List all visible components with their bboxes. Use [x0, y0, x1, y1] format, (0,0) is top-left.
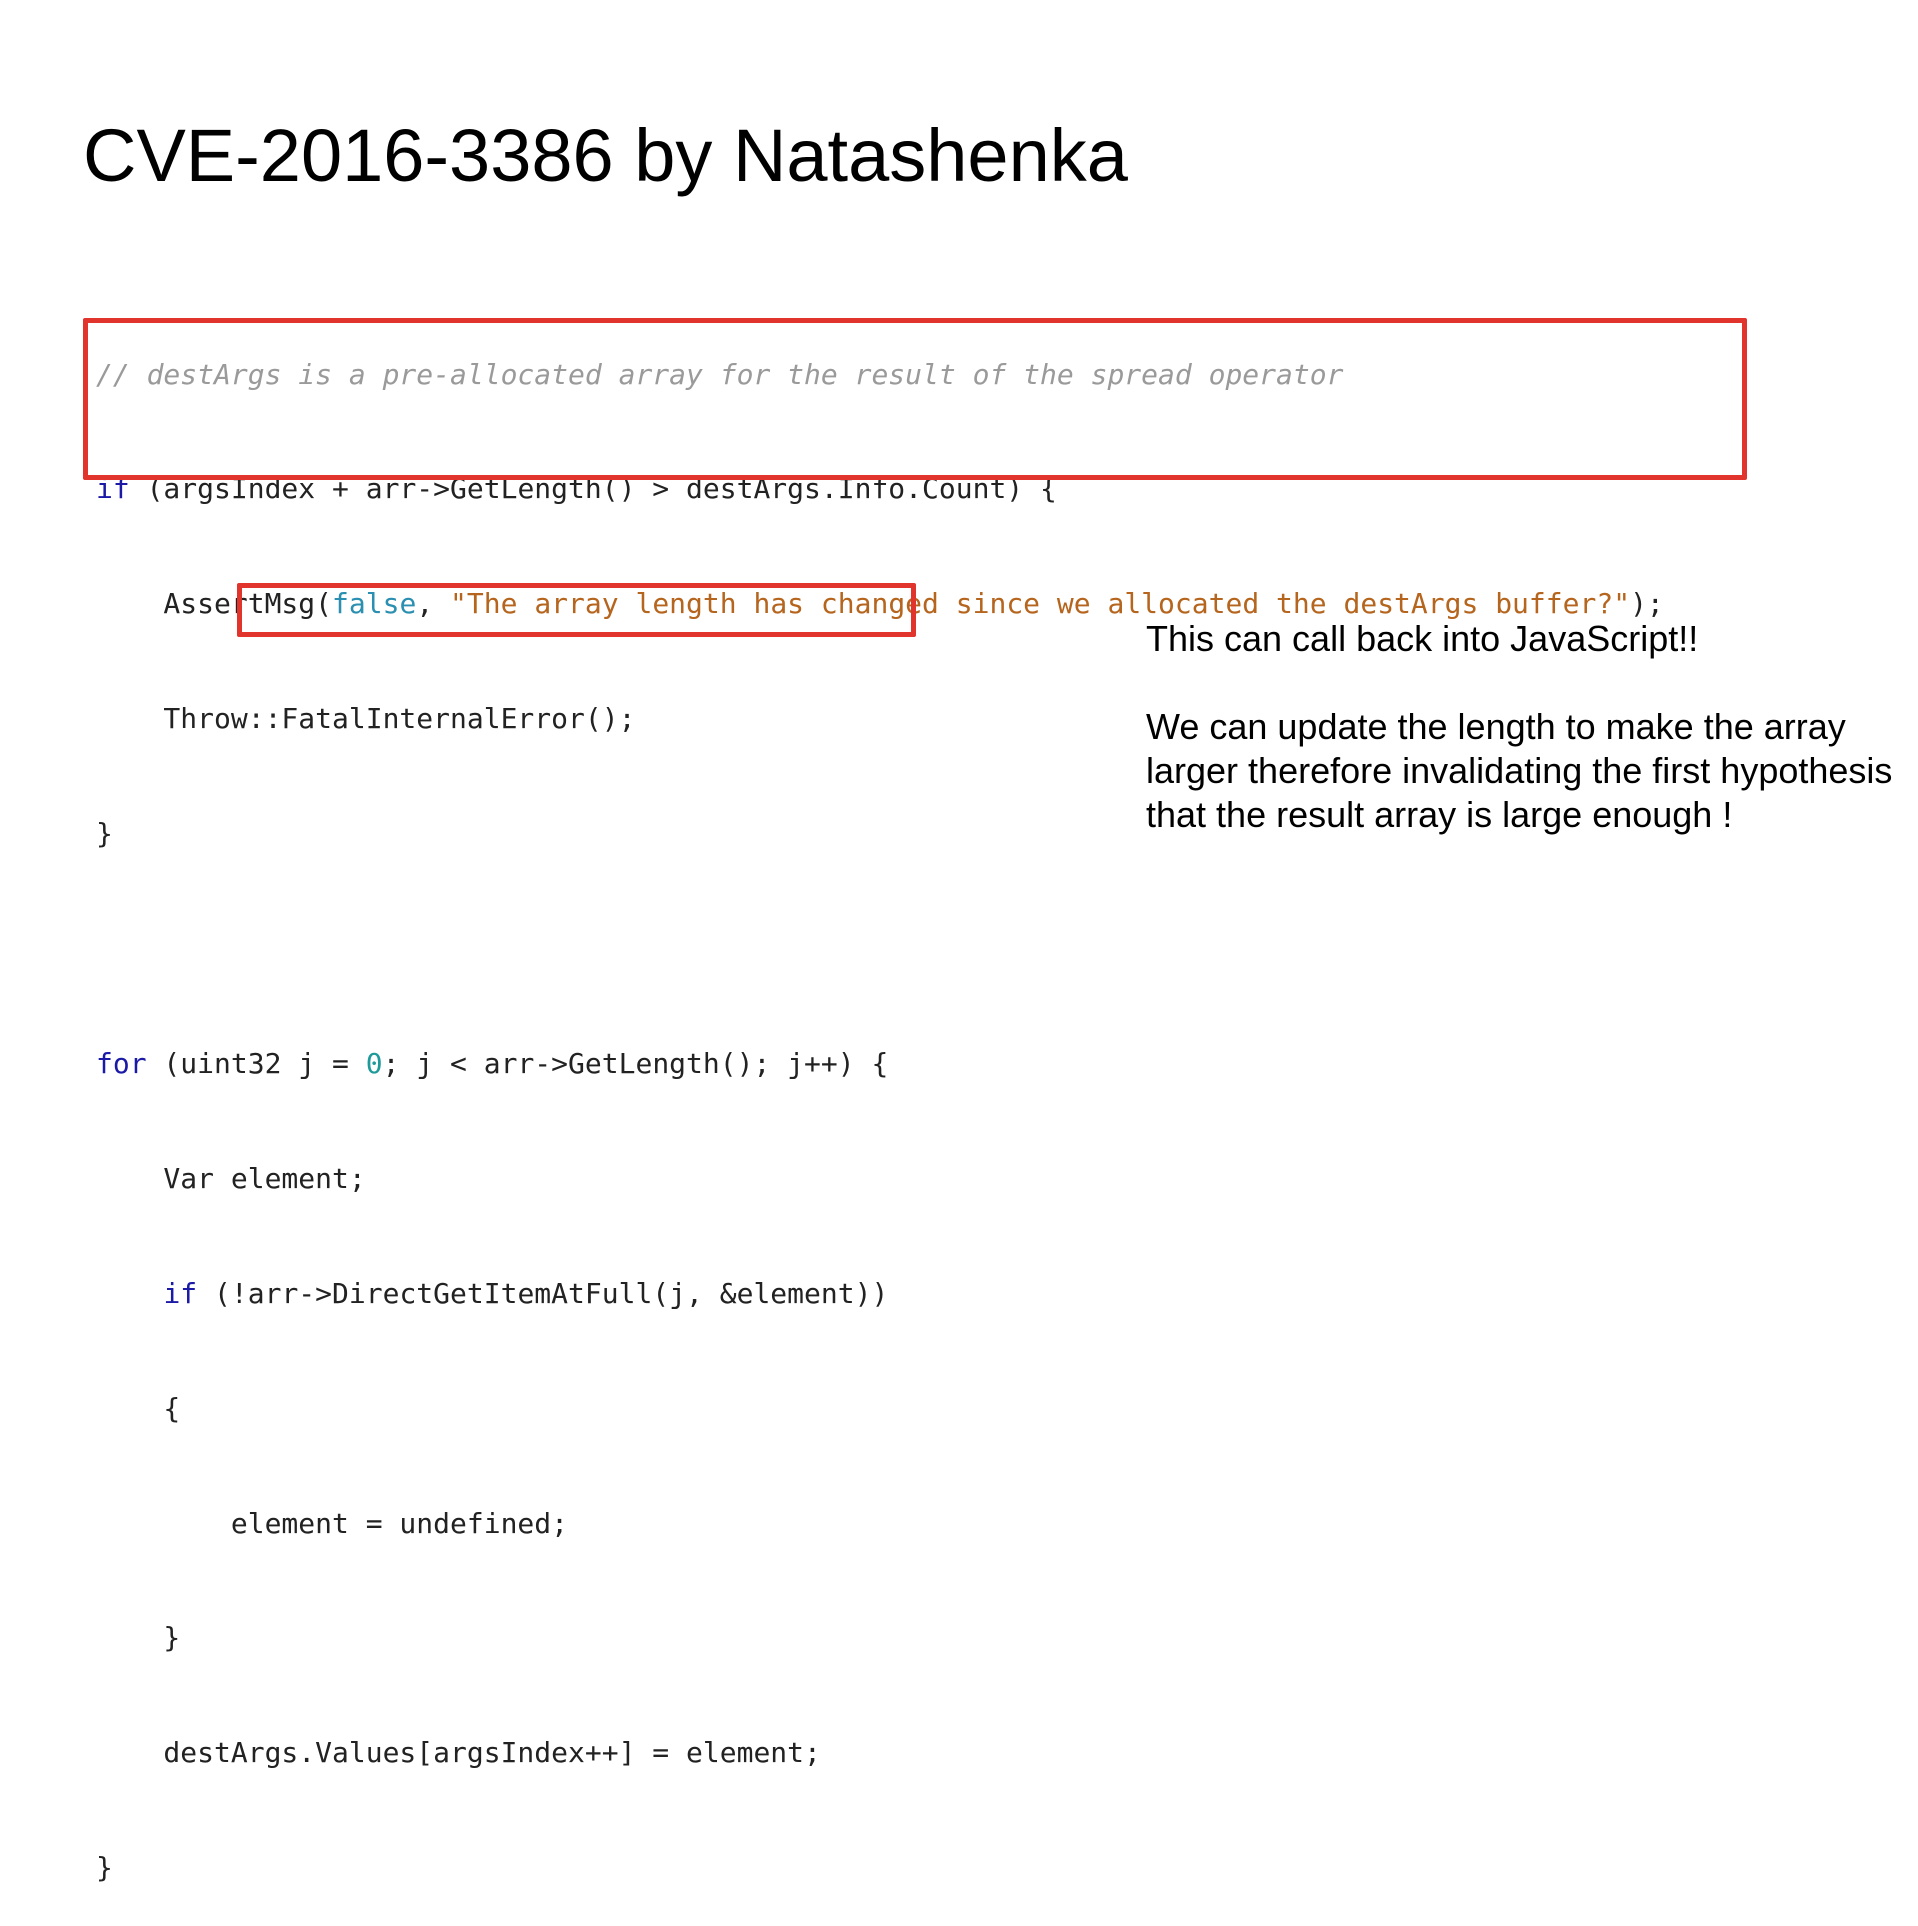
code-text: ; j < arr->GetLength(); j++) {: [382, 1046, 889, 1080]
number-literal: 0: [365, 1046, 383, 1080]
code-text: );: [1630, 587, 1664, 621]
code-for-line: for (uint32 j = 0; j < arr->GetLength();…: [96, 1045, 1664, 1083]
code-text: (!arr->DirectGetItemAtFull(j, &element)): [197, 1276, 889, 1310]
note-explanation: We can update the length to make the arr…: [1146, 706, 1893, 835]
code-dest-assign: destArgs.Values[argsIndex++] = element;: [96, 1736, 821, 1770]
code-close-outer-brace: }: [96, 1851, 113, 1885]
highlight-box-length-check: [83, 318, 1747, 480]
keyword-if: if: [163, 1276, 198, 1310]
code-var-line: Var element;: [96, 1161, 366, 1195]
highlight-box-direct-get: [237, 583, 916, 637]
code-open-brace: {: [96, 1391, 181, 1425]
code-text: (uint32 j =: [146, 1046, 366, 1080]
note-callback: This can call back into JavaScript!!: [1146, 618, 1699, 659]
keyword-for: for: [96, 1046, 147, 1080]
code-if-direct-get: if (!arr->DirectGetItemAtFull(j, &elemen…: [96, 1275, 1664, 1313]
code-block: // destArgs is a pre-allocated array for…: [96, 279, 1664, 1926]
code-assign-undefined: element = undefined;: [96, 1506, 569, 1540]
code-close-inner-brace: }: [96, 1621, 181, 1655]
slide-title: CVE-2016-3386 by Natashenka: [83, 114, 1128, 197]
